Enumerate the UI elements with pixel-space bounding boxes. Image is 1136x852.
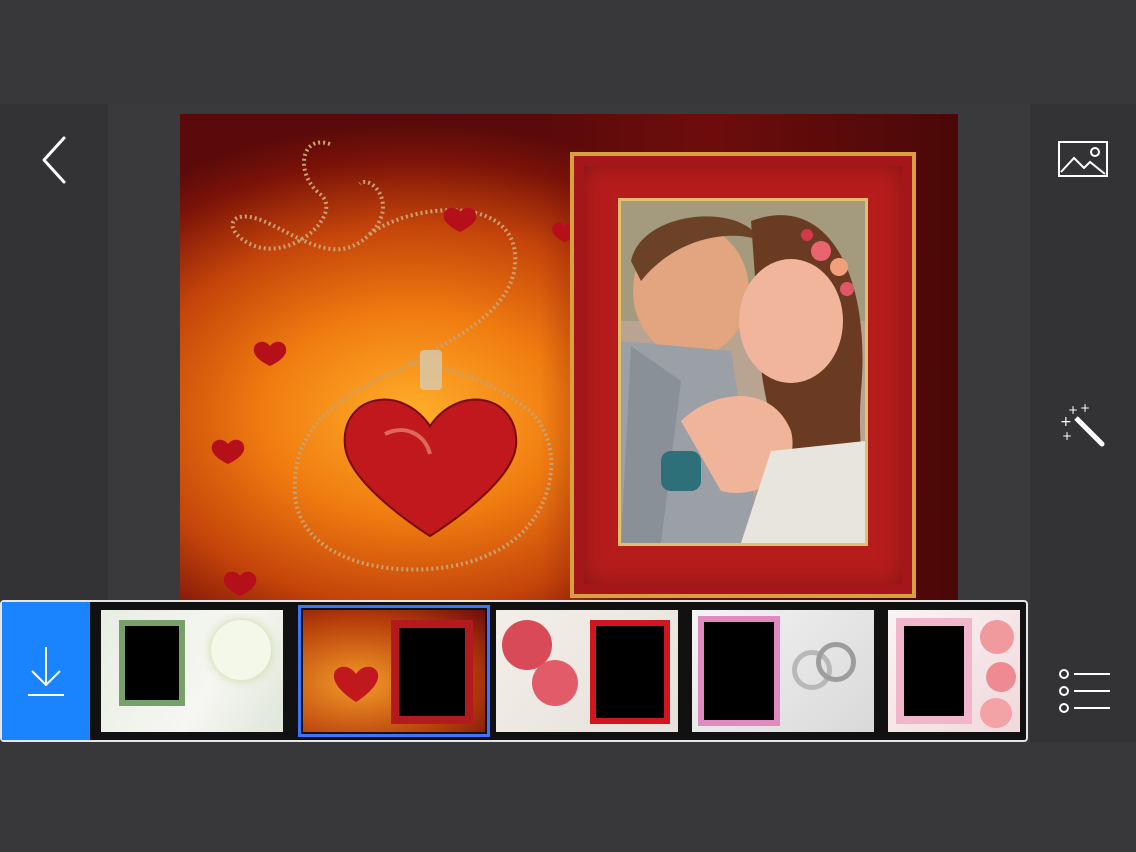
rose-decoration <box>986 662 1016 692</box>
rose-decoration <box>980 698 1012 728</box>
top-bar <box>0 0 1136 104</box>
thumbnail-frame-window <box>590 620 670 724</box>
thumbnail-frame-window <box>119 620 185 706</box>
thumbnail-frame-4[interactable] <box>692 610 874 732</box>
frame-thumbnail-strip[interactable] <box>0 600 1028 742</box>
thumbnail-frame-1[interactable] <box>101 610 283 732</box>
rose-decoration <box>532 660 578 706</box>
image-icon <box>1058 141 1108 177</box>
svg-text:+: + <box>1062 429 1072 443</box>
magic-wand-icon: + + + + <box>1060 401 1105 447</box>
photo-frame <box>570 152 916 598</box>
necklace-decoration <box>211 140 579 596</box>
magic-effect-button[interactable]: + + + + <box>1058 401 1110 450</box>
gallery-button[interactable] <box>1056 138 1112 182</box>
svg-text:+: + <box>1068 403 1078 417</box>
thumbnail-frame-window <box>391 620 473 724</box>
heart-icon <box>333 666 379 702</box>
list-icon <box>1059 669 1110 713</box>
thumbnail-frame-5[interactable] <box>888 610 1020 732</box>
thumbnail-frame-3[interactable] <box>496 610 678 732</box>
menu-list-button[interactable] <box>1056 666 1112 716</box>
couple-photo[interactable] <box>618 198 868 546</box>
frame-preview-canvas[interactable] <box>180 114 958 600</box>
svg-text:+: + <box>1080 402 1090 415</box>
back-button[interactable] <box>30 130 80 190</box>
download-icon <box>28 647 64 696</box>
thumbnail-frame-2[interactable] <box>298 605 490 737</box>
couple-photo-image <box>621 201 865 543</box>
ring-decoration <box>816 642 856 682</box>
rose-decoration <box>980 620 1014 654</box>
chevron-left-icon <box>42 136 66 184</box>
thumbnail-frame-window <box>698 616 780 726</box>
thumbnail-frame-window <box>896 618 972 724</box>
lily-decoration <box>211 620 271 680</box>
download-button[interactable] <box>2 602 90 740</box>
bottom-bar <box>0 742 1136 852</box>
